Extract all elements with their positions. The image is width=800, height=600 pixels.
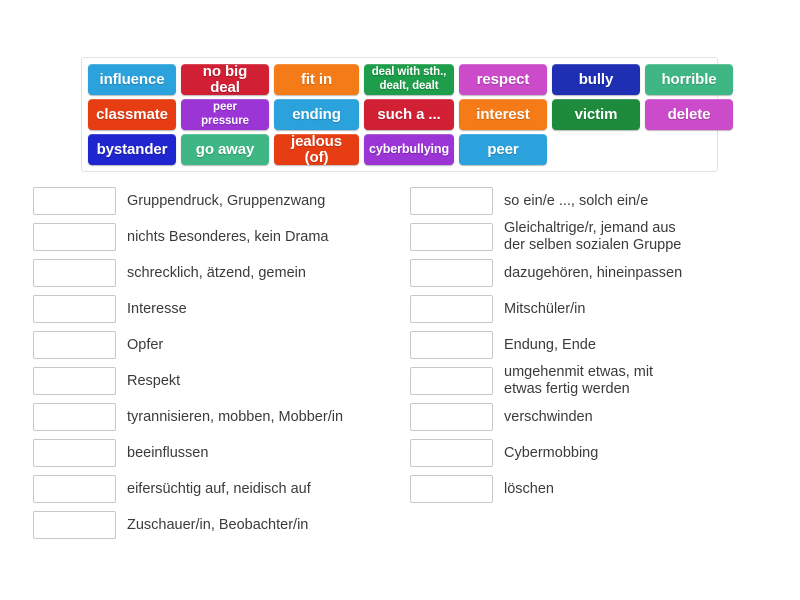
answer-definition-text: Gleichaltrige/r, jemand aus der selben s… <box>504 220 682 253</box>
word-tile[interactable]: go away <box>181 134 269 165</box>
answer-row: nichts Besonderes, kein Drama <box>33 219 393 255</box>
answer-definition-text: Endung, Ende <box>504 336 596 353</box>
answer-row: eifersüchtig auf, neidisch auf <box>33 471 393 507</box>
answer-definition-text: verschwinden <box>504 408 593 425</box>
word-tile[interactable]: interest <box>459 99 547 130</box>
answer-definition-text: dazugehören, hineinpassen <box>504 264 683 281</box>
answer-row: so ein/e ..., solch ein/e <box>410 183 780 219</box>
answer-definition-text: Cybermobbing <box>504 444 599 461</box>
answer-drop-box[interactable] <box>33 367 116 395</box>
answer-row: dazugehören, hineinpassen <box>410 255 780 291</box>
answer-drop-box[interactable] <box>410 259 493 287</box>
answer-row: Interesse <box>33 291 393 327</box>
answer-drop-box[interactable] <box>33 439 116 467</box>
answer-definition-text: Interesse <box>127 300 187 317</box>
answer-definition-text: so ein/e ..., solch ein/e <box>504 192 649 209</box>
word-bank-row: classmate peer pressure ending such a ... in… <box>88 99 733 130</box>
word-tile[interactable]: peer pressure <box>181 99 269 130</box>
answer-drop-box[interactable] <box>410 403 493 431</box>
answer-row: umgehenmit etwas, mit etwas fertig werde… <box>410 363 780 399</box>
answer-definition-text: schrecklich, ätzend, gemein <box>127 264 306 281</box>
answer-row: Opfer <box>33 327 393 363</box>
answer-drop-box[interactable] <box>410 475 493 503</box>
word-tile[interactable]: fit in <box>274 64 359 95</box>
answer-row: Respekt <box>33 363 393 399</box>
answer-drop-box[interactable] <box>33 259 116 287</box>
answer-drop-box[interactable] <box>33 475 116 503</box>
answer-drop-box[interactable] <box>33 187 116 215</box>
word-bank-row: bystander go away jealous (of) cyberbullyin… <box>88 134 717 165</box>
word-tile[interactable]: no big deal <box>181 64 269 95</box>
answer-definition-text: Mitschüler/in <box>504 300 586 317</box>
word-tile[interactable]: victim <box>552 99 640 130</box>
answer-row: Gleichaltrige/r, jemand aus der selben s… <box>410 219 780 255</box>
answer-row: Cybermobbing <box>410 435 780 471</box>
answer-row: schrecklich, ätzend, gemein <box>33 255 393 291</box>
answer-list-right: so ein/e ..., solch ein/e Gleichaltrige/r… <box>410 183 780 507</box>
answer-definition-text: löschen <box>504 480 554 497</box>
answer-definition-text: eifersüchtig auf, neidisch auf <box>127 480 311 497</box>
word-bank-row: influence no big deal fit in deal with sth.… <box>88 64 733 95</box>
word-tile[interactable]: delete <box>645 99 733 130</box>
answer-drop-box[interactable] <box>33 295 116 323</box>
word-tile[interactable]: peer <box>459 134 547 165</box>
answer-drop-box[interactable] <box>33 511 116 539</box>
answer-definition-text: beeinflussen <box>127 444 209 461</box>
word-tile[interactable]: horrible <box>645 64 733 95</box>
answer-drop-box[interactable] <box>410 223 493 251</box>
answer-row: Mitschüler/in <box>410 291 780 327</box>
word-tile[interactable]: respect <box>459 64 547 95</box>
answer-row: Gruppendruck, Gruppenzwang <box>33 183 393 219</box>
answer-definition-text: Opfer <box>127 336 164 353</box>
answer-definition-text: Zuschauer/in, Beobachter/in <box>127 516 309 533</box>
answer-definition-text: umgehenmit etwas, mit etwas fertig werde… <box>504 364 654 397</box>
word-tile[interactable]: cyberbullying <box>364 134 454 165</box>
word-tile[interactable]: such a ... <box>364 99 454 130</box>
answer-drop-box[interactable] <box>410 187 493 215</box>
answer-drop-box[interactable] <box>410 439 493 467</box>
word-tile[interactable]: classmate <box>88 99 176 130</box>
word-tile[interactable]: bystander <box>88 134 176 165</box>
answer-drop-box[interactable] <box>33 223 116 251</box>
answer-drop-box[interactable] <box>33 403 116 431</box>
answer-definition-text: Gruppendruck, Gruppenzwang <box>127 192 326 209</box>
answer-row: Endung, Ende <box>410 327 780 363</box>
word-tile[interactable]: deal with sth., dealt, dealt <box>364 64 454 95</box>
word-tile[interactable]: jealous (of) <box>274 134 359 165</box>
word-tile[interactable]: influence <box>88 64 176 95</box>
answer-row: löschen <box>410 471 780 507</box>
word-tile[interactable]: ending <box>274 99 359 130</box>
answer-row: tyrannisieren, mobben, Mobber/in <box>33 399 393 435</box>
answer-drop-box[interactable] <box>410 331 493 359</box>
answer-list-left: Gruppendruck, Gruppenzwang nichts Besonde… <box>33 183 393 543</box>
answer-drop-box[interactable] <box>410 295 493 323</box>
answer-row: verschwinden <box>410 399 780 435</box>
answer-drop-box[interactable] <box>410 367 493 395</box>
answer-row: Zuschauer/in, Beobachter/in <box>33 507 393 543</box>
answer-definition-text: nichts Besonderes, kein Drama <box>127 228 329 245</box>
word-tile[interactable]: bully <box>552 64 640 95</box>
answer-definition-text: tyrannisieren, mobben, Mobber/in <box>127 408 344 425</box>
answer-definition-text: Respekt <box>127 372 181 389</box>
word-bank-container: influence no big deal fit in deal with sth.… <box>81 57 733 172</box>
answer-row: beeinflussen <box>33 435 393 471</box>
answer-drop-box[interactable] <box>33 331 116 359</box>
